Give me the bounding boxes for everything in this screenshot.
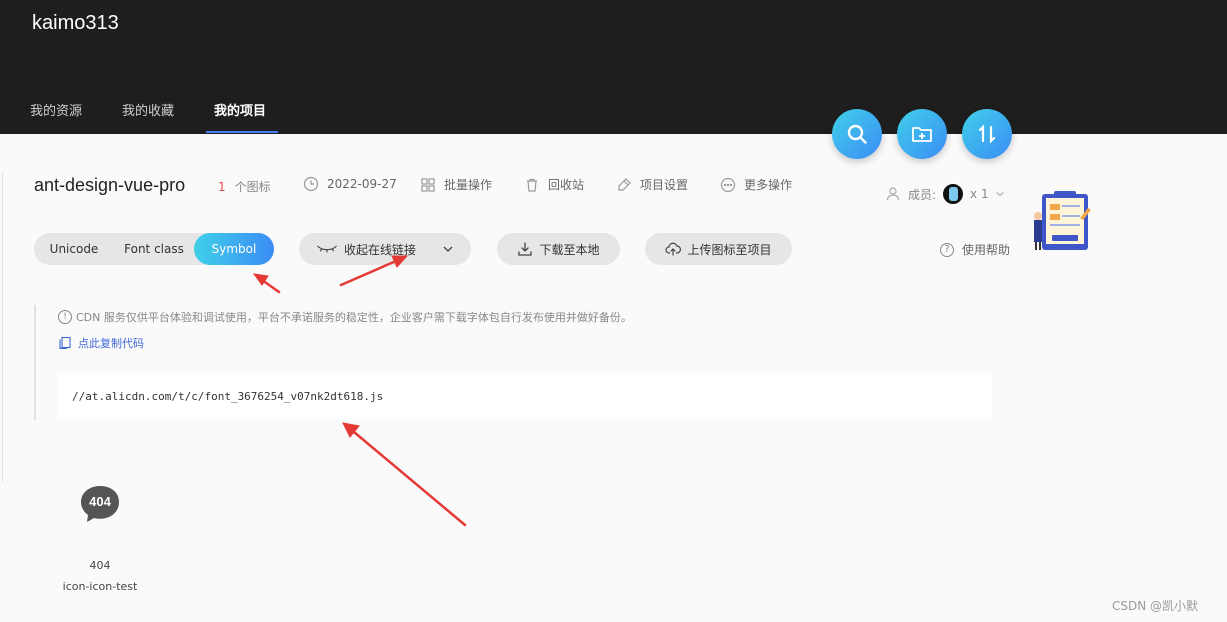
batch-operation-label: 批量操作: [444, 178, 493, 192]
more-actions-label: 更多操作: [744, 178, 793, 192]
folder-add-icon: [912, 127, 932, 142]
icon-card[interactable]: 404 404 icon-icon-test: [62, 484, 138, 593]
recycle-bin-button[interactable]: 回收站: [524, 176, 584, 193]
batch-operation-button[interactable]: 批量操作: [420, 176, 492, 193]
members-count: x 1: [970, 187, 989, 201]
question-icon: ?: [940, 242, 954, 257]
info-icon: !: [58, 310, 72, 324]
chevron-down-icon: [995, 191, 1004, 197]
copy-code-label: 点此复制代码: [78, 337, 144, 350]
more-icon: [720, 177, 736, 192]
icon-count: 1 个图标: [218, 178, 271, 195]
icon-glyph-text: 404: [89, 494, 111, 509]
project-settings-button[interactable]: 项目设置: [616, 176, 688, 193]
copy-code-link[interactable]: 点此复制代码: [58, 335, 144, 351]
brush-icon: [618, 177, 631, 191]
collapse-online-link-label: 收起在线链接: [343, 242, 416, 257]
help-label: 使用帮助: [962, 243, 1011, 257]
icon-count-unit: 个图标: [234, 180, 271, 194]
annotation-arrow-symbol: [252, 273, 281, 294]
clock-icon: [303, 176, 319, 192]
content-left-rule: [2, 172, 3, 482]
trash-icon: [527, 178, 537, 192]
cdn-notice: ! CDN 服务仅供平台体验和调试使用，平台不承诺服务的稳定性，企业客户需下载字…: [58, 309, 632, 325]
format-switch: Unicode Font class Symbol: [34, 233, 274, 265]
format-option-font-class[interactable]: Font class: [114, 233, 194, 265]
upload-icons-label: 上传图标至项目: [687, 242, 772, 257]
download-icon: [518, 242, 533, 256]
project-date-text: 2022-09-27: [327, 177, 397, 191]
icon-name: 404: [89, 559, 111, 572]
search-button[interactable]: [832, 109, 882, 159]
speech-bubble-404-icon: 404: [81, 486, 119, 522]
collapse-online-link-button[interactable]: 收起在线链接: [299, 233, 471, 265]
user-icon: [886, 187, 900, 201]
download-local-button[interactable]: 下载至本地: [497, 233, 620, 265]
sort-icon: [978, 124, 996, 144]
cdn-url-code[interactable]: //at.alicdn.com/t/c/font_3676254_v07nk2d…: [58, 373, 992, 419]
project-illustration: [1034, 191, 1091, 250]
tab-my-favorites[interactable]: 我的收藏: [122, 100, 174, 119]
tab-my-projects[interactable]: 我的项目: [214, 100, 266, 119]
icon-count-number: 1: [218, 180, 226, 194]
watermark: CSDN @凯小默: [1112, 599, 1199, 613]
active-tab-indicator: [206, 131, 278, 133]
eye-closed-icon: [317, 245, 337, 253]
sort-button[interactable]: [962, 109, 1012, 159]
new-project-button[interactable]: [897, 109, 947, 159]
username: kaimo313: [32, 12, 119, 34]
upload-icons-button[interactable]: 上传图标至项目: [645, 233, 792, 265]
cdn-panel-rule: [34, 305, 36, 420]
help-link[interactable]: ? 使用帮助: [940, 241, 1010, 258]
more-actions-button[interactable]: 更多操作: [720, 176, 792, 193]
format-option-symbol[interactable]: Symbol: [194, 233, 274, 265]
member-avatar[interactable]: [942, 183, 965, 205]
search-icon: [847, 124, 867, 144]
recycle-bin-label: 回收站: [548, 178, 585, 192]
members-dropdown[interactable]: 成员: x 1: [886, 183, 1005, 205]
cloud-upload-icon: [665, 242, 682, 256]
copy-icon: [59, 336, 71, 350]
tab-my-resources[interactable]: 我的资源: [30, 100, 82, 119]
project-title: ant-design-vue-pro: [34, 175, 186, 195]
project-settings-label: 项目设置: [640, 178, 689, 192]
members-label: 成员:: [908, 187, 937, 202]
cdn-notice-text: CDN 服务仅供平台体验和调试使用，平台不承诺服务的稳定性，企业客户需下载字体包…: [76, 311, 632, 324]
project-date: 2022-09-27: [303, 176, 397, 192]
format-option-unicode[interactable]: Unicode: [34, 233, 114, 265]
download-local-label: 下载至本地: [539, 242, 600, 257]
annotation-arrow-url: [342, 422, 467, 527]
chevron-down-icon: [443, 246, 453, 252]
top-header: kaimo313 我的资源 我的收藏 我的项目: [0, 0, 1227, 134]
icon-code: icon-icon-test: [62, 580, 138, 593]
grid-icon: [421, 177, 435, 192]
